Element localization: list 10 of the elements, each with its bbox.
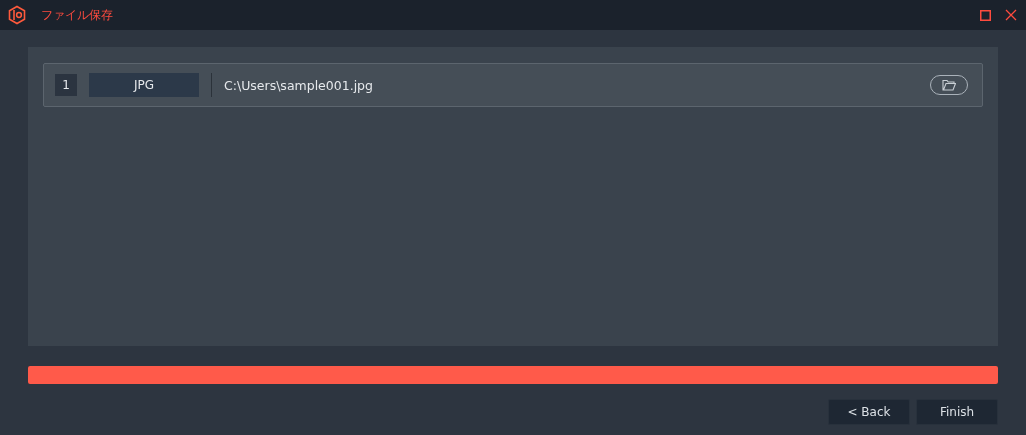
back-button[interactable]: < Back: [828, 399, 910, 425]
file-path: C:\Users\sample001.jpg: [224, 77, 374, 93]
window-title: ファイル保存: [41, 6, 114, 24]
folder-icon: [942, 79, 956, 91]
row-number: 1: [55, 74, 77, 96]
close-icon[interactable]: [1005, 9, 1017, 21]
app-logo-icon: [7, 5, 27, 25]
maximize-icon[interactable]: [980, 9, 991, 21]
format-label: JPG: [89, 73, 199, 97]
finish-button[interactable]: Finish: [916, 399, 998, 425]
